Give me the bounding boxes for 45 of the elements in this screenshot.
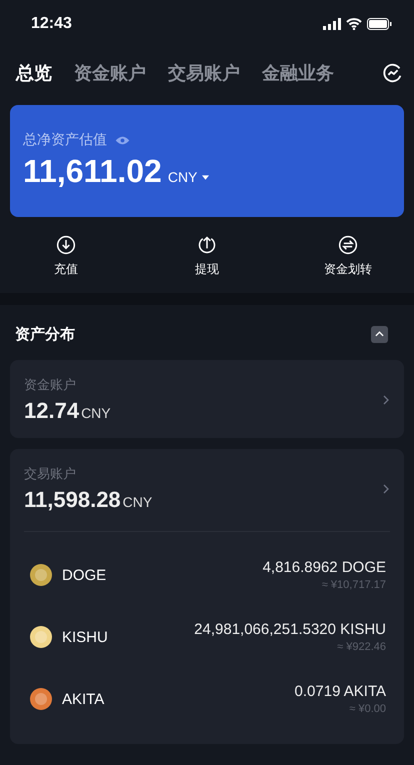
- coin-value: ≈ ¥0.00: [348, 703, 386, 715]
- tab[interactable]: 资金账户: [74, 61, 146, 85]
- account-card[interactable]: 资金账户 12.74CNY: [10, 360, 404, 438]
- coin-icon: [30, 564, 52, 586]
- account-currency: CNY: [81, 405, 111, 421]
- tab[interactable]: 金融业务: [262, 61, 334, 85]
- section-title: 资产分布: [15, 324, 75, 344]
- tab[interactable]: 交易账户: [168, 61, 240, 85]
- collapse-button[interactable]: [371, 326, 388, 342]
- swap-icon: [338, 235, 358, 255]
- account-amount: 12.74: [24, 398, 80, 424]
- coin-balance: 0.0719 AKITA: [294, 683, 386, 700]
- balance-amount: 11,611.02: [23, 153, 162, 190]
- coin-balance: 4,816.8962 DOGE: [262, 559, 386, 576]
- coin-icon: [30, 688, 52, 710]
- account-currency: CNY: [122, 494, 152, 510]
- eye-icon[interactable]: [115, 136, 130, 144]
- account-card[interactable]: 交易账户 11,598.28 CNY DOGE 4,816.8962 DOGE ≈ ¥10,717.17 KISHU 24,981,066,251.5320 KISHU ≈ ¥922.46 AKITA 0.0719 AKITA ≈ ¥0.00: [10, 449, 404, 744]
- currency-dropdown[interactable]: CNY: [168, 169, 210, 185]
- chevron-icon: [383, 484, 389, 494]
- account-label: 资金账户: [24, 376, 77, 394]
- coin-icon: [30, 626, 52, 648]
- status-time: 12:43: [31, 15, 72, 33]
- account-label: 交易账户: [24, 465, 77, 483]
- coin-symbol: KISHU: [62, 628, 108, 646]
- chevron-icon: [383, 395, 389, 405]
- coin-symbol: DOGE: [62, 566, 106, 584]
- balance-label: 总净资产估值: [23, 131, 107, 149]
- trend-chart-icon[interactable]: [382, 62, 404, 84]
- battery-icon: [367, 18, 392, 30]
- signal-icon: [323, 18, 341, 30]
- tab[interactable]: 总览: [16, 61, 52, 85]
- caret-icon: [202, 174, 210, 180]
- coin-balance: 24,981,066,251.5320 KISHU: [194, 621, 386, 638]
- coin-value: ≈ ¥10,717.17: [320, 579, 386, 591]
- upload-icon: [197, 235, 217, 255]
- download-icon: [56, 235, 76, 255]
- account-amount: 11,598.28: [24, 487, 121, 513]
- wifi-icon: [346, 18, 362, 30]
- action-button[interactable]: 充值: [36, 235, 96, 283]
- action-button[interactable]: 提现: [177, 235, 237, 283]
- coin-value: ≈ ¥922.46: [336, 641, 386, 653]
- chevron-icon: [375, 331, 384, 337]
- coin-symbol: AKITA: [62, 690, 104, 708]
- action-button[interactable]: 资金划转: [318, 235, 378, 283]
